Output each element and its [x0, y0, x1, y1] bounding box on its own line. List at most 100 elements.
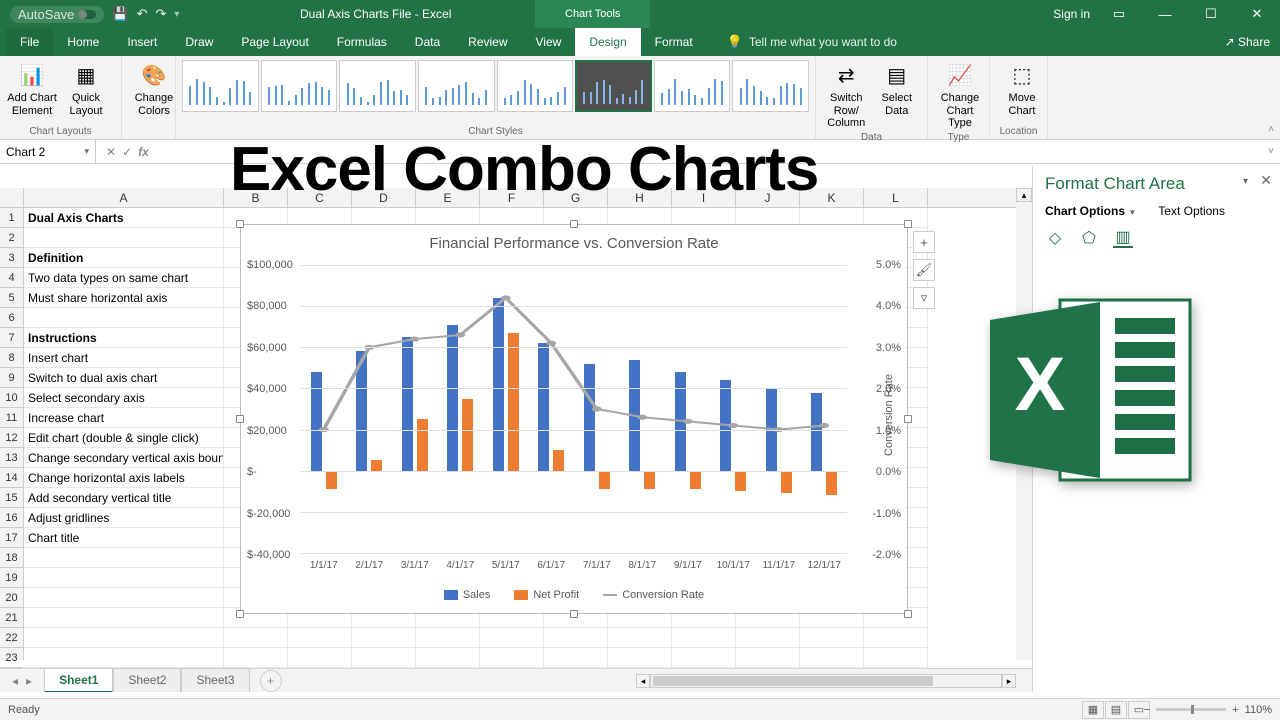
size-properties-icon[interactable]: ▥ — [1113, 228, 1133, 248]
tab-design[interactable]: Design — [575, 28, 640, 56]
tab-format[interactable]: Format — [641, 28, 707, 56]
zoom-slider[interactable] — [1156, 708, 1226, 711]
tab-file[interactable]: File — [6, 28, 53, 56]
sheet-nav-next-icon[interactable]: ▸ — [22, 674, 36, 688]
move-chart-button[interactable]: ⬚Move Chart — [996, 60, 1048, 117]
tab-page-layout[interactable]: Page Layout — [227, 28, 322, 56]
chart-style-thumb[interactable] — [418, 60, 495, 112]
chart-styles-button[interactable]: 🖌 — [913, 259, 935, 281]
add-chart-element-button[interactable]: 📊Add Chart Element — [6, 60, 58, 117]
status-ready: Ready — [8, 704, 40, 716]
chart-filters-button[interactable]: ▿ — [913, 287, 935, 309]
chart-legend[interactable]: Sales Net Profit Conversion Rate — [241, 589, 907, 601]
resize-handle[interactable] — [236, 220, 244, 228]
resize-handle[interactable] — [904, 220, 912, 228]
resize-handle[interactable] — [904, 415, 912, 423]
ribbon-tabs: File Home Insert Draw Page Layout Formul… — [0, 28, 1280, 56]
effects-icon[interactable]: ⬠ — [1079, 228, 1099, 248]
chart-style-thumb[interactable] — [654, 60, 731, 112]
ribbon-display-icon[interactable]: ▭ — [1096, 0, 1142, 28]
select-data-button[interactable]: ▤Select Data — [873, 60, 922, 130]
new-sheet-button[interactable]: + — [260, 670, 282, 692]
normal-view-icon[interactable]: ▦ — [1082, 701, 1104, 719]
sheet-nav-prev-icon[interactable]: ◂ — [8, 674, 22, 688]
line-series — [301, 265, 847, 553]
tab-data[interactable]: Data — [401, 28, 454, 56]
svg-text:X: X — [1015, 342, 1066, 427]
chart-type-icon: 📈 — [946, 62, 974, 90]
chart-element-icon: 📊 — [18, 62, 46, 90]
ribbon-collapse-icon[interactable]: ˄ — [1268, 124, 1274, 135]
autosave-toggle[interactable]: AutoSave — [10, 6, 104, 23]
table-icon: ▤ — [883, 62, 911, 90]
embedded-chart[interactable]: + 🖌 ▿ Financial Performance vs. Conversi… — [240, 224, 908, 614]
zoom-in-icon[interactable]: + — [1232, 704, 1238, 716]
chart-elements-button[interactable]: + — [913, 231, 935, 253]
chart-style-thumb[interactable] — [575, 60, 652, 112]
tab-review[interactable]: Review — [454, 28, 521, 56]
name-box[interactable]: Chart 2▾ — [0, 140, 96, 164]
sheet-tab[interactable]: Sheet1 — [44, 668, 113, 692]
quick-access-toolbar: AutoSave 💾 ↶ ↷ ▾ — [0, 6, 189, 23]
resize-handle[interactable] — [236, 610, 244, 618]
colors-icon: 🎨 — [140, 62, 168, 90]
change-colors-button[interactable]: 🎨Change Colors — [128, 60, 180, 117]
cancel-icon[interactable]: ✕ — [106, 145, 116, 159]
fx-icon[interactable]: fx — [138, 145, 149, 159]
document-title: Dual Axis Charts File - Excel — [300, 7, 451, 21]
pane-menu-icon[interactable]: ▾ — [1243, 176, 1248, 187]
resize-handle[interactable] — [236, 415, 244, 423]
video-title-overlay: Excel Combo Charts — [230, 134, 818, 205]
x-axis-labels: 1/1/172/1/173/1/174/1/175/1/176/1/177/1/… — [301, 560, 847, 571]
save-icon[interactable]: 💾 — [112, 6, 128, 22]
sheet-tabs-bar: ◂ ▸ Sheet1Sheet2Sheet3 + ◂▸ — [0, 668, 1032, 692]
resize-handle[interactable] — [570, 610, 578, 618]
switch-row-column-button[interactable]: ⇄Switch Row/ Column — [822, 60, 871, 130]
select-all-corner[interactable] — [0, 188, 24, 207]
chart-style-thumb[interactable] — [339, 60, 416, 112]
formula-expand-icon[interactable]: ˅ — [1262, 146, 1280, 157]
layout-icon: ▦ — [72, 62, 100, 90]
chart-style-thumb[interactable] — [497, 60, 574, 112]
enter-icon[interactable]: ✓ — [122, 145, 132, 159]
chart-options-tab[interactable]: Chart Options ▼ — [1045, 204, 1136, 218]
zoom-out-icon[interactable]: − — [1144, 704, 1150, 716]
share-button[interactable]: Share — [1225, 28, 1270, 56]
text-options-tab[interactable]: Text Options — [1158, 204, 1225, 218]
minimize-icon[interactable]: — — [1142, 0, 1188, 28]
tab-view[interactable]: View — [522, 28, 576, 56]
maximize-icon[interactable]: ☐ — [1188, 0, 1234, 28]
fill-line-icon[interactable]: ◇ — [1045, 228, 1065, 248]
sheet-tab[interactable]: Sheet2 — [113, 668, 181, 692]
tab-formulas[interactable]: Formulas — [323, 28, 401, 56]
pane-title: Format Chart Area — [1045, 174, 1268, 194]
tab-home[interactable]: Home — [53, 28, 113, 56]
pane-close-icon[interactable]: ✕ — [1260, 172, 1272, 189]
zoom-level[interactable]: 110% — [1245, 704, 1272, 716]
tell-me-search[interactable]: 💡Tell me what you want to do — [727, 28, 897, 56]
tab-insert[interactable]: Insert — [113, 28, 171, 56]
sheet-tab[interactable]: Sheet3 — [181, 668, 249, 692]
change-chart-type-button[interactable]: 📈Change Chart Type — [934, 60, 986, 130]
chart-styles-gallery[interactable] — [182, 60, 809, 112]
chart-style-thumb[interactable] — [261, 60, 338, 112]
qat-dropdown-icon[interactable]: ▾ — [174, 9, 179, 20]
redo-icon[interactable]: ↷ — [155, 6, 166, 22]
title-bar: AutoSave 💾 ↶ ↷ ▾ Dual Axis Charts File -… — [0, 0, 1280, 28]
close-icon[interactable]: ✕ — [1234, 0, 1280, 28]
signin-link[interactable]: Sign in — [1053, 7, 1090, 21]
tab-draw[interactable]: Draw — [171, 28, 227, 56]
horizontal-scrollbar[interactable]: ◂▸ — [636, 673, 1016, 689]
chart-style-thumb[interactable] — [732, 60, 809, 112]
chart-title[interactable]: Financial Performance vs. Conversion Rat… — [241, 225, 907, 258]
page-layout-view-icon[interactable]: ▤ — [1105, 701, 1127, 719]
plot-area[interactable]: Conversion Rate — [301, 265, 847, 553]
quick-layout-button[interactable]: ▦Quick Layout — [60, 60, 112, 117]
chart-style-thumb[interactable] — [182, 60, 259, 112]
resize-handle[interactable] — [904, 610, 912, 618]
worksheet[interactable]: ABCDEFGHIJKL 123456789101112131415161718… — [0, 166, 1032, 692]
undo-icon[interactable]: ↶ — [137, 6, 148, 22]
resize-handle[interactable] — [570, 220, 578, 228]
row-headers[interactable]: 123456789101112131415161718192021222324 — [0, 208, 24, 660]
status-bar: Ready ▦ ▤ ▭ − + 110% — [0, 698, 1280, 720]
